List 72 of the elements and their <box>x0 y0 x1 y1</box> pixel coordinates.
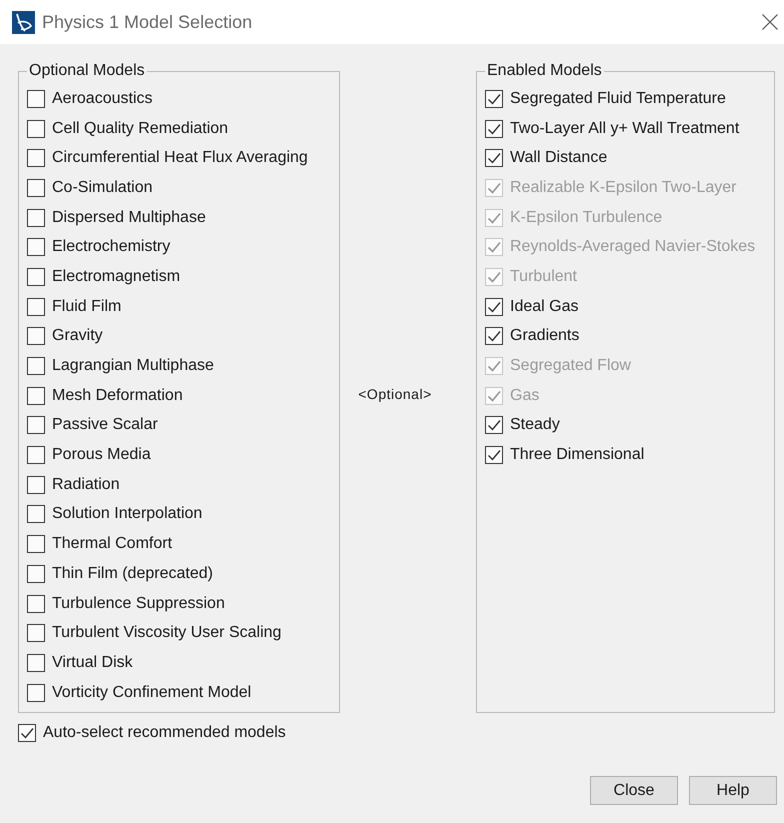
model-label: Fluid Film <box>52 298 122 316</box>
checkbox[interactable] <box>485 298 503 316</box>
model-label: Lagrangian Multiphase <box>52 357 214 376</box>
model-label: Radiation <box>52 476 120 494</box>
checkbox[interactable] <box>27 505 45 524</box>
checkbox[interactable] <box>27 416 45 434</box>
model-label: Steady <box>510 416 560 434</box>
checkbox[interactable] <box>27 178 45 197</box>
model-label: Wall Distance <box>510 149 608 168</box>
model-label: Turbulent Viscosity User Scaling <box>52 624 282 642</box>
checkbox[interactable] <box>27 149 45 168</box>
model-label: Realizable K-Epsilon Two-Layer <box>510 178 736 197</box>
window-title: Physics 1 Model Selection <box>42 12 254 32</box>
model-label: Electromagnetism <box>52 268 180 286</box>
checkbox[interactable] <box>27 446 45 464</box>
checkbox[interactable] <box>27 298 45 316</box>
group-title: Enabled Models <box>486 61 603 81</box>
model-label: Thermal Comfort <box>52 535 172 554</box>
model-label: Mesh Deformation <box>52 386 183 405</box>
model-label: Virtual Disk <box>52 654 133 672</box>
model-label: Two-Layer All y+ Wall Treatment <box>510 120 740 138</box>
model-label: Co-Simulation <box>52 178 152 197</box>
model-label: Aeroacoustics <box>52 90 152 108</box>
checkbox[interactable] <box>27 386 45 405</box>
model-label: Segregated Flow <box>510 357 631 376</box>
model-label: Solution Interpolation <box>52 505 202 524</box>
model-label: Ideal Gas <box>510 298 578 316</box>
checkbox[interactable] <box>27 476 45 494</box>
checkbox[interactable] <box>485 416 503 434</box>
checkbox[interactable] <box>27 654 45 672</box>
model-label: Thin Film (deprecated) <box>52 564 213 583</box>
checkbox[interactable] <box>27 357 45 376</box>
model-label: Turbulence Suppression <box>52 594 225 613</box>
checkbox[interactable] <box>27 684 45 702</box>
close-icon[interactable] <box>762 14 778 30</box>
model-label: Dispersed Multiphase <box>52 208 206 227</box>
checkbox[interactable] <box>485 149 503 168</box>
checkbox[interactable] <box>485 120 503 138</box>
model-label: Turbulent <box>510 268 577 286</box>
auto-select-label: Auto-select recommended models <box>43 724 286 742</box>
group-title: Optional Models <box>28 61 146 81</box>
model-label: Gas <box>510 386 540 405</box>
checkbox[interactable] <box>18 724 36 742</box>
model-label: Three Dimensional <box>510 446 644 464</box>
model-label: Cell Quality Remediation <box>52 120 228 138</box>
model-label: K-Epsilon Turbulence <box>510 208 662 227</box>
checkbox[interactable] <box>27 594 45 613</box>
model-label: Segregated Fluid Temperature <box>510 90 726 108</box>
model-label: Passive Scalar <box>52 416 158 434</box>
checkbox[interactable] <box>27 208 45 227</box>
checkbox[interactable] <box>485 327 503 346</box>
model-label: Electrochemistry <box>52 238 170 256</box>
checkbox[interactable] <box>485 446 503 464</box>
checkbox[interactable] <box>27 268 45 286</box>
model-label: Vorticity Confinement Model <box>52 684 252 702</box>
model-label: Gravity <box>52 327 103 346</box>
checkbox[interactable] <box>27 238 45 256</box>
model-label: Reynolds-Averaged Navier-Stokes <box>510 238 756 256</box>
checkbox[interactable] <box>485 90 503 108</box>
model-label: Porous Media <box>52 446 151 464</box>
checkbox[interactable] <box>27 327 45 346</box>
checkbox[interactable] <box>27 624 45 642</box>
drop-target-label: <Optional> <box>358 386 432 402</box>
app-icon <box>12 10 35 34</box>
model-label: Circumferential Heat Flux Averaging <box>52 149 308 168</box>
checkbox[interactable] <box>27 120 45 138</box>
close-button[interactable]: Close <box>590 776 678 806</box>
checkbox[interactable] <box>27 564 45 583</box>
checkbox[interactable] <box>27 90 45 108</box>
model-label: Gradients <box>510 327 580 346</box>
help-button[interactable]: Help <box>689 776 777 806</box>
checkbox[interactable] <box>27 535 45 554</box>
